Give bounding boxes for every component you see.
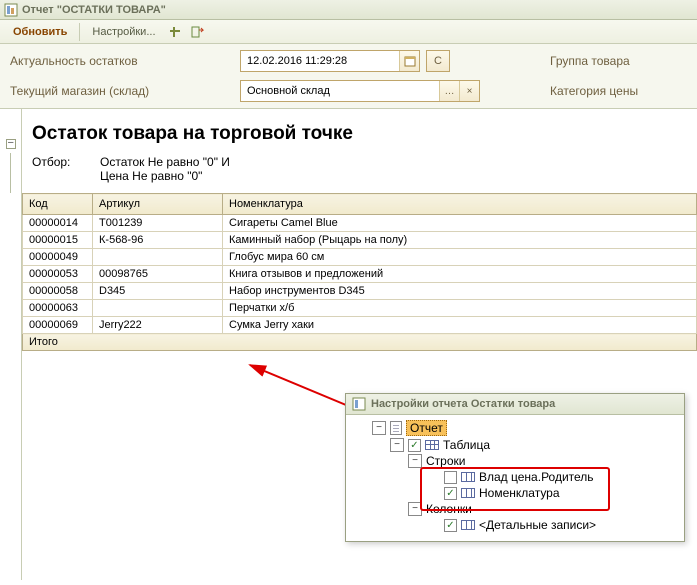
cell-code: 00000063 [23,300,93,317]
collapse-toggle[interactable] [6,139,16,149]
refresh-button[interactable]: Обновить [6,23,74,41]
tree-node-cols[interactable]: Колонки [426,502,472,516]
tree-node-rows[interactable]: Строки [426,454,465,468]
checkbox-table[interactable]: ✓ [408,439,421,452]
col-nomen[interactable]: Номенклатура [223,194,697,215]
filter-panel: Актуальность остатков С Группа товара Те… [0,44,697,109]
store-label: Текущий магазин (склад) [10,84,230,98]
cell-article: D345 [93,283,223,300]
cell-nomen: Набор инструментов D345 [223,283,697,300]
table-row[interactable]: 00000015К-568-96Каминный набор (Рыцарь н… [23,232,697,249]
filter-line: Остаток Не равно "0" И [100,155,230,169]
cell-article [93,249,223,266]
cell-nomen: Перчатки х/б [223,300,697,317]
page-icon [390,421,402,435]
table-row[interactable]: 00000014Т001239Сигареты Camel Blue [23,215,697,232]
tree-node-table[interactable]: Таблица [443,438,490,452]
cell-article: 00098765 [93,266,223,283]
table-row[interactable]: 00000049 Глобус мира 60 см [23,249,697,266]
date-picker[interactable] [240,50,420,72]
checkbox-nomenclature[interactable]: ✓ [444,487,457,500]
cell-nomen: Сигареты Camel Blue [223,215,697,232]
table-row[interactable]: 00000058D345Набор инструментов D345 [23,283,697,300]
cell-nomen: Глобус мира 60 см [223,249,697,266]
cell-nomen: Сумка Jerry хаки [223,317,697,334]
tree-toggle[interactable]: − [390,438,404,452]
report-title: Остаток товара на торговой точке [22,109,697,155]
price-category-label: Категория цены [550,84,697,98]
settings-button[interactable]: Настройки... [85,23,162,41]
checkbox-detail[interactable]: ✓ [444,519,457,532]
tree-leaf-detail[interactable]: <Детальные записи> [479,518,596,532]
tree-leaf-nomenclature[interactable]: Номенклатура [479,486,560,500]
cell-article: Jerry222 [93,317,223,334]
cell-code: 00000015 [23,232,93,249]
date-input[interactable] [241,51,399,71]
export-icon[interactable] [187,22,207,42]
checkbox-owner-price[interactable] [444,471,457,484]
popup-title: Настройки отчета Остатки товара [371,398,555,410]
cell-code: 00000069 [23,317,93,334]
filter-line: Цена Не равно "0" [100,169,230,183]
store-input[interactable] [241,81,439,101]
cell-code: 00000049 [23,249,93,266]
tree-toggle[interactable]: − [408,454,422,468]
columns-icon [461,488,475,498]
window-titlebar: Отчет "ОСТАТКИ ТОВАРА" [0,0,697,20]
separator [79,23,80,41]
popup-titlebar: Настройки отчета Остатки товара [346,394,684,415]
report-table: Код Артикул Номенклатура 00000014Т001239… [22,193,697,351]
outline-gutter [0,109,22,580]
columns-icon [461,520,475,530]
report-filter-block: Отбор: Остаток Не равно "0" И Цена Не ра… [22,155,697,193]
cell-article [93,300,223,317]
cell-article: К-568-96 [93,232,223,249]
col-code[interactable]: Код [23,194,93,215]
clear-icon[interactable]: × [459,81,479,101]
cell-nomen: Книга отзывов и предложений [223,266,697,283]
cell-code: 00000014 [23,215,93,232]
reset-date-button[interactable]: С [426,50,450,72]
window-title: Отчет "ОСТАТКИ ТОВАРА" [22,4,166,16]
cell-nomen: Каминный набор (Рыцарь на полу) [223,232,697,249]
cell-article: Т001239 [93,215,223,232]
store-picker[interactable]: … × [240,80,480,102]
cell-code: 00000053 [23,266,93,283]
columns-icon [461,472,475,482]
ellipsis-icon[interactable]: … [439,81,459,101]
col-article[interactable]: Артикул [93,194,223,215]
table-icon [425,440,439,450]
total-row: Итого [23,334,697,351]
settings-popup: Настройки отчета Остатки товара − Отчет … [345,393,685,542]
group-label: Группа товара [550,54,697,68]
toolbar: Обновить Настройки... [0,20,697,44]
tree-node-report[interactable]: Отчет [406,420,447,436]
table-row[interactable]: 00000063 Перчатки х/б [23,300,697,317]
report-icon [4,3,18,17]
actuality-label: Актуальность остатков [10,54,230,68]
cell-code: 00000058 [23,283,93,300]
settings-expand-icon[interactable] [165,22,185,42]
report-icon [352,397,366,411]
calendar-icon[interactable] [399,51,419,71]
table-row[interactable]: 0000005300098765Книга отзывов и предложе… [23,266,697,283]
filter-label: Отбор: [32,155,82,183]
table-row[interactable]: 00000069Jerry222Сумка Jerry хаки [23,317,697,334]
settings-tree: − Отчет − ✓ Таблица − Строки Влад цена.Р… [346,415,684,541]
tree-leaf-owner-price[interactable]: Влад цена.Родитель [479,470,594,484]
tree-toggle[interactable]: − [408,502,422,516]
tree-toggle[interactable]: − [372,421,386,435]
